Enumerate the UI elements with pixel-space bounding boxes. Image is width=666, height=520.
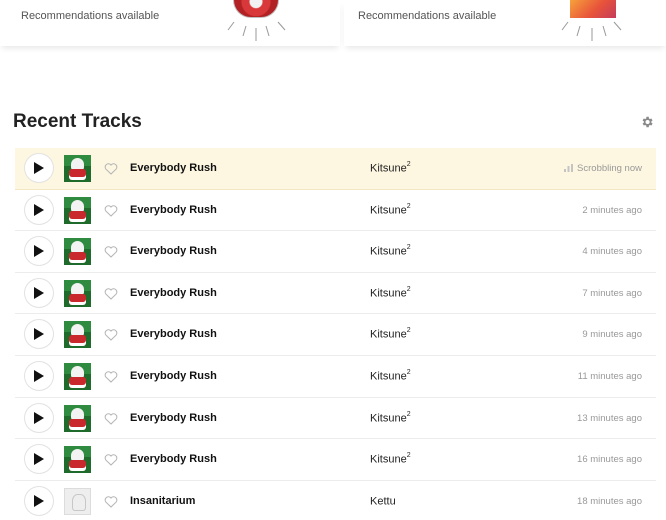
section-title: Recent Tracks bbox=[13, 111, 142, 132]
track-time: 11 minutes ago bbox=[577, 370, 642, 382]
artist-name[interactable]: Kitsune bbox=[370, 371, 407, 383]
track-row[interactable]: Everybody Rush Kitsune2 11 minutes ago bbox=[15, 356, 656, 398]
track-name[interactable]: Everybody Rush bbox=[130, 245, 217, 257]
track-artist[interactable]: Kitsune2 bbox=[370, 327, 411, 341]
track-name[interactable]: Everybody Rush bbox=[130, 328, 217, 340]
track-time: 9 minutes ago bbox=[582, 329, 642, 341]
artist-name[interactable]: Kitsune bbox=[370, 454, 407, 466]
track-row[interactable]: Everybody Rush Kitsune2 9 minutes ago bbox=[15, 314, 656, 356]
play-icon[interactable] bbox=[33, 161, 47, 177]
artist-superscript: 2 bbox=[406, 452, 411, 460]
track-row[interactable]: Everybody Rush Kitsune2 13 minutes ago bbox=[15, 398, 656, 440]
track-artist[interactable]: Kettu bbox=[370, 495, 396, 507]
heart-icon[interactable] bbox=[104, 495, 118, 508]
recommendation-card[interactable]: Recommendations available bbox=[344, 0, 666, 46]
artist-name[interactable]: Kitsune bbox=[370, 329, 407, 341]
track-time: Scrobbling now bbox=[564, 163, 642, 174]
play-icon[interactable] bbox=[33, 369, 47, 385]
recommendation-card[interactable]: Recommendations available bbox=[0, 0, 340, 46]
artist-superscript: 2 bbox=[406, 327, 411, 335]
artist-name[interactable]: Kitsune bbox=[370, 204, 407, 216]
artist-superscript: 2 bbox=[406, 244, 411, 252]
gear-icon[interactable] bbox=[640, 115, 654, 129]
heart-icon[interactable] bbox=[104, 370, 118, 383]
recommendation-text: Recommendations available bbox=[21, 10, 160, 22]
heart-icon[interactable] bbox=[104, 412, 118, 425]
track-name[interactable]: Everybody Rush bbox=[130, 412, 217, 424]
track-time: 13 minutes ago bbox=[577, 412, 642, 424]
heart-icon[interactable] bbox=[104, 162, 118, 175]
artist-superscript: 2 bbox=[406, 368, 411, 376]
track-time: 4 minutes ago bbox=[582, 246, 642, 258]
artist-name[interactable]: Kitsune bbox=[370, 287, 407, 299]
track-artist[interactable]: Kitsune2 bbox=[370, 368, 411, 383]
album-art[interactable] bbox=[64, 487, 91, 515]
recommendation-text: Recommendations available bbox=[358, 10, 497, 22]
artist-superscript: 2 bbox=[406, 410, 411, 418]
play-icon[interactable] bbox=[33, 286, 47, 302]
heart-icon[interactable] bbox=[104, 287, 118, 300]
play-icon[interactable] bbox=[33, 203, 47, 219]
track-name[interactable]: Everybody Rush bbox=[130, 287, 217, 299]
play-icon[interactable] bbox=[33, 244, 47, 260]
play-icon[interactable] bbox=[33, 411, 47, 427]
album-art[interactable] bbox=[64, 362, 91, 390]
track-artist[interactable]: Kitsune2 bbox=[370, 161, 411, 175]
track-name[interactable]: Everybody Rush bbox=[130, 162, 217, 174]
play-icon[interactable] bbox=[33, 327, 47, 343]
play-icon[interactable] bbox=[33, 494, 47, 510]
track-artist[interactable]: Kitsune2 bbox=[370, 202, 411, 217]
track-name[interactable]: Everybody Rush bbox=[130, 453, 217, 465]
artist-name[interactable]: Kitsune bbox=[370, 163, 407, 175]
heart-icon[interactable] bbox=[104, 204, 118, 217]
track-artist[interactable]: Kitsune2 bbox=[370, 452, 411, 466]
artist-superscript: 2 bbox=[406, 161, 411, 168]
track-artist[interactable]: Kitsune2 bbox=[370, 244, 411, 258]
heart-icon[interactable] bbox=[104, 328, 118, 342]
play-icon[interactable] bbox=[33, 452, 47, 468]
track-artist[interactable]: Kitsune2 bbox=[370, 285, 411, 300]
track-name[interactable]: Insanitarium bbox=[130, 495, 195, 507]
artist-superscript: 2 bbox=[406, 285, 411, 293]
heart-icon[interactable] bbox=[104, 453, 118, 466]
artist-name[interactable]: Kettu bbox=[370, 495, 396, 507]
artist-name[interactable]: Kitsune bbox=[370, 246, 407, 258]
heart-icon[interactable] bbox=[104, 245, 118, 258]
track-time: 18 minutes ago bbox=[577, 495, 642, 507]
album-art[interactable] bbox=[64, 196, 91, 224]
album-art[interactable] bbox=[64, 446, 91, 474]
scrobbling-bars-icon bbox=[564, 164, 574, 172]
album-art[interactable] bbox=[64, 321, 91, 349]
track-name[interactable]: Everybody Rush bbox=[130, 370, 217, 382]
album-art[interactable] bbox=[64, 238, 91, 266]
track-row[interactable]: Everybody Rush Kitsune2 4 minutes ago bbox=[15, 231, 656, 273]
track-row[interactable]: Everybody Rush Kitsune2 Scrobbling now bbox=[15, 148, 656, 190]
track-name[interactable]: Everybody Rush bbox=[130, 204, 217, 216]
rays-decoration bbox=[561, 21, 622, 41]
album-art[interactable] bbox=[64, 404, 91, 432]
track-row[interactable]: Everybody Rush Kitsune2 16 minutes ago bbox=[15, 439, 656, 481]
album-art[interactable] bbox=[64, 155, 91, 182]
track-time: 16 minutes ago bbox=[577, 454, 642, 466]
track-time: 7 minutes ago bbox=[582, 287, 642, 299]
recent-tracks-list: Everybody Rush Kitsune2 Scrobbling now E… bbox=[15, 148, 656, 520]
scrobbling-label: Scrobbling now bbox=[577, 163, 642, 174]
track-row[interactable]: Everybody Rush Kitsune2 2 minutes ago bbox=[15, 190, 656, 232]
track-row[interactable]: Everybody Rush Kitsune2 7 minutes ago bbox=[15, 273, 656, 315]
rays-decoration bbox=[227, 21, 286, 41]
artist-name[interactable]: Kitsune bbox=[370, 412, 407, 424]
artist-superscript: 2 bbox=[406, 202, 411, 210]
track-row[interactable]: Insanitarium Kettu 18 minutes ago bbox=[15, 481, 656, 520]
recommendations-strip: Recommendations available Recommendation… bbox=[0, 0, 666, 72]
track-artist[interactable]: Kitsune2 bbox=[370, 410, 411, 425]
album-art[interactable] bbox=[64, 279, 91, 307]
track-time: 2 minutes ago bbox=[582, 204, 642, 216]
